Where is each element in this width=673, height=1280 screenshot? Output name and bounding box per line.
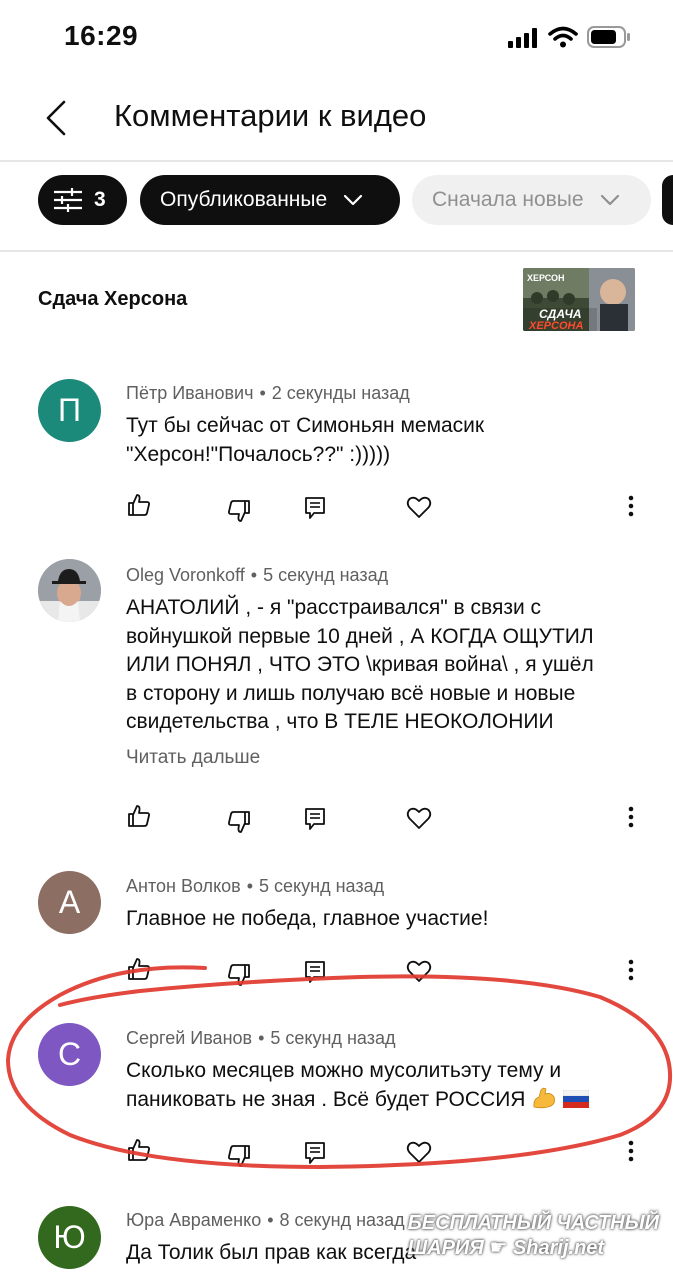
filter-count-chip[interactable]: 3 bbox=[38, 175, 127, 225]
comment-author[interactable]: Oleg Voronkoff bbox=[126, 565, 245, 585]
comment-actions bbox=[126, 492, 646, 522]
thumbnail-caption-top: ХЕРСОН bbox=[527, 273, 565, 283]
next-filter-chip[interactable] bbox=[662, 175, 673, 225]
comment-author[interactable]: Пётр Иванович bbox=[126, 383, 253, 403]
filter-count: 3 bbox=[94, 188, 106, 211]
sort-filter-label: Сначала новые bbox=[432, 188, 584, 211]
avatar[interactable] bbox=[38, 559, 101, 622]
heart-icon[interactable] bbox=[406, 494, 432, 520]
thumbs-down-icon[interactable] bbox=[226, 498, 252, 524]
watermark-line3: Sharij.net bbox=[512, 1237, 605, 1259]
thumbs-up-icon[interactable] bbox=[126, 492, 152, 518]
comment-line: в сторону и лишь получаю всё новые и нов… bbox=[126, 681, 576, 705]
comment-text: Главное не победа, главное участие! bbox=[126, 905, 646, 934]
comment-meta: Юра Авраменко • 8 секунд назад bbox=[126, 1210, 405, 1231]
chevron-down-icon bbox=[344, 194, 363, 206]
comment-line: ИЛИ ПОНЯЛ , ЧТО ЭТО \кривая война\ , я у… bbox=[126, 653, 594, 676]
chevron-down-icon bbox=[600, 194, 619, 206]
comment-line: Главное не победа, главное участие! bbox=[126, 907, 489, 930]
reply-icon[interactable] bbox=[302, 806, 328, 832]
page-title: Комментарии к видео bbox=[114, 98, 427, 133]
comment-time: 5 секунд назад bbox=[263, 565, 389, 585]
read-more-link[interactable]: Читать дальше bbox=[126, 747, 260, 769]
avatar-letter: Ю bbox=[53, 1219, 86, 1255]
comment-meta: Антон Волков • 5 секунд назад bbox=[126, 876, 384, 897]
watermark-line2: ШАРИЯ bbox=[407, 1237, 484, 1259]
separator-dot: • bbox=[246, 876, 254, 896]
watermark-line1: БЕСПЛАТНЫЙ ЧАСТНЫЙ bbox=[407, 1212, 659, 1234]
comment-meta: Пётр Иванович • 2 секунды назад bbox=[126, 383, 410, 404]
filters-divider bbox=[0, 250, 673, 252]
comment-time: 5 секунд назад bbox=[259, 876, 385, 896]
avatar-letter: А bbox=[58, 884, 81, 920]
avatar[interactable]: Ю bbox=[38, 1206, 101, 1269]
thumbnail-caption-2: ХЕРСОНА bbox=[528, 320, 583, 331]
comment-line: войнушкой первые 10 дней , А КОГДА ОЩУТИ… bbox=[126, 624, 594, 648]
comment-time: 8 секунд назад bbox=[279, 1210, 405, 1230]
thumbs-down-icon[interactable] bbox=[226, 809, 252, 835]
comment-author[interactable]: Антон Волков bbox=[126, 876, 241, 896]
comment-text: АНАТОЛИЙ , - я "расстраивался" в связи с… bbox=[126, 594, 666, 737]
sliders-icon bbox=[54, 188, 82, 212]
avatar[interactable]: П bbox=[38, 379, 101, 442]
comment-author[interactable]: Юра Авраменко bbox=[126, 1210, 261, 1230]
video-title: Сдача Херсона bbox=[38, 288, 188, 310]
comment-time: 2 секунды назад bbox=[271, 383, 410, 403]
status-time: 16:29 bbox=[64, 20, 139, 51]
separator-dot: • bbox=[259, 383, 266, 403]
comment-meta: Oleg Voronkoff • 5 секунд назад bbox=[126, 565, 388, 586]
battery-icon bbox=[587, 26, 630, 48]
reply-icon[interactable] bbox=[302, 495, 328, 521]
heart-icon[interactable] bbox=[406, 805, 432, 831]
red-annotation-ellipse bbox=[6, 965, 673, 1169]
comment-line: АНАТОЛИЙ , - я "расстраивался" в связи с bbox=[126, 596, 542, 619]
signal-icon bbox=[508, 28, 537, 48]
avatar-photo bbox=[38, 559, 101, 622]
comment-line: свидетельства , что В ТЕЛЕ НЕОКОЛОНИИ bbox=[126, 710, 554, 733]
pointing-hand-icon: ☛ bbox=[489, 1237, 508, 1259]
sort-filter-chip[interactable]: Сначала новые bbox=[412, 175, 651, 225]
video-thumbnail[interactable]: ХЕРСОН СДАЧА ХЕРСОНА bbox=[523, 268, 635, 331]
thumbs-up-icon[interactable] bbox=[126, 803, 152, 829]
avatar[interactable]: А bbox=[38, 871, 101, 934]
avatar-letter: П bbox=[58, 392, 81, 428]
more-options-icon[interactable] bbox=[627, 494, 635, 518]
published-filter-chip[interactable]: Опубликованные bbox=[140, 175, 400, 225]
comment-text: Тут бы сейчас от Симоньян мемасик "Херсо… bbox=[126, 412, 646, 469]
watermark-line2-row: ШАРИЯ ☛ Sharij.net bbox=[408, 1235, 659, 1260]
back-arrow-icon[interactable] bbox=[38, 96, 78, 140]
separator-dot: • bbox=[250, 565, 258, 585]
comment-line: "Херсон!"Почалось??" :))))) bbox=[126, 442, 391, 466]
comment-actions bbox=[126, 803, 646, 833]
separator-dot: • bbox=[267, 1210, 274, 1230]
thumbnail-caption-1: СДАЧА bbox=[539, 307, 582, 321]
published-filter-label: Опубликованные bbox=[160, 188, 328, 211]
wifi-icon bbox=[548, 26, 578, 48]
header-divider bbox=[0, 160, 673, 162]
comment-line: Тут бы сейчас от Симоньян мемасик bbox=[126, 414, 485, 437]
more-options-icon[interactable] bbox=[627, 805, 635, 829]
watermark: БЕСПЛАТНЫЙ ЧАСТНЫЙ ШАРИЯ ☛ Sharij.net bbox=[408, 1212, 659, 1260]
